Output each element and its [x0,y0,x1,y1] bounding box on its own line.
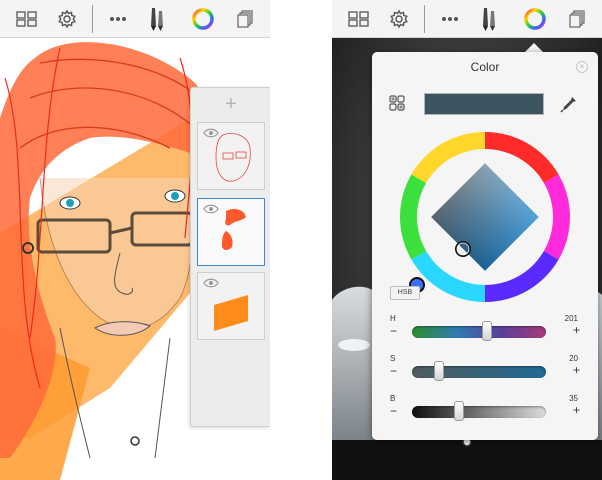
decrease-button[interactable]: − [390,405,397,417]
right-screen: Color × HSB H 201 − + S 20 − + B 35 − + [332,0,602,480]
layer-thumbnail[interactable] [197,198,265,266]
swatches-icon[interactable] [389,95,405,111]
color-wheel[interactable] [390,122,580,312]
color-panel-title: Color [470,60,500,74]
layer-thumbnail[interactable] [197,122,265,190]
color-wheel-icon[interactable] [186,0,220,38]
saturation-slider-track[interactable] [412,366,546,378]
slider-label: H [390,314,396,323]
slider-value: 201 [564,314,578,323]
saturation-slider-thumb[interactable] [433,361,444,381]
color-wheel-icon[interactable] [518,0,552,38]
hsb-mode-button[interactable]: HSB [390,286,420,300]
brush-icon[interactable] [140,0,174,38]
gear-icon[interactable] [50,0,84,38]
gear-icon[interactable] [382,0,416,38]
toolbar [332,0,602,38]
saturation-slider-row: S 20 − + [390,354,580,386]
layers-panel: + [190,87,270,427]
toolbar [0,0,270,38]
current-color-swatch [424,93,544,115]
eyedropper-icon[interactable] [560,95,578,113]
toolbar-separator [424,5,425,33]
toolbar-separator [92,5,93,33]
hue-slider-track[interactable] [412,326,546,338]
slider-label: S [390,354,396,363]
hue-slider-thumb[interactable] [482,321,493,341]
increase-button[interactable]: + [573,404,580,416]
layers-icon[interactable] [228,0,262,38]
layers-icon[interactable] [560,0,594,38]
brush-icon[interactable] [472,0,506,38]
brightness-slider-row: B 35 − + [390,394,580,426]
grid-icon[interactable] [342,0,376,38]
brightness-slider-thumb[interactable] [453,401,464,421]
grid-icon[interactable] [10,0,44,38]
layer-thumbnail[interactable] [197,272,265,340]
color-panel: Color × HSB H 201 − + S 20 − + B 35 − + [372,52,598,440]
slider-value: 35 [569,394,578,403]
more-icon[interactable] [101,0,135,38]
brightness-slider-track[interactable] [412,406,546,418]
decrease-button[interactable]: − [390,325,397,337]
slider-label: B [390,394,396,403]
increase-button[interactable]: + [573,364,580,376]
decrease-button[interactable]: − [390,365,397,377]
left-screen: + [0,0,270,480]
increase-button[interactable]: + [573,324,580,336]
slider-value: 20 [569,354,578,363]
add-layer-button[interactable]: + [191,92,270,116]
close-button[interactable]: × [576,61,588,73]
hue-slider-row: H 201 − + [390,314,580,346]
more-icon[interactable] [433,0,467,38]
